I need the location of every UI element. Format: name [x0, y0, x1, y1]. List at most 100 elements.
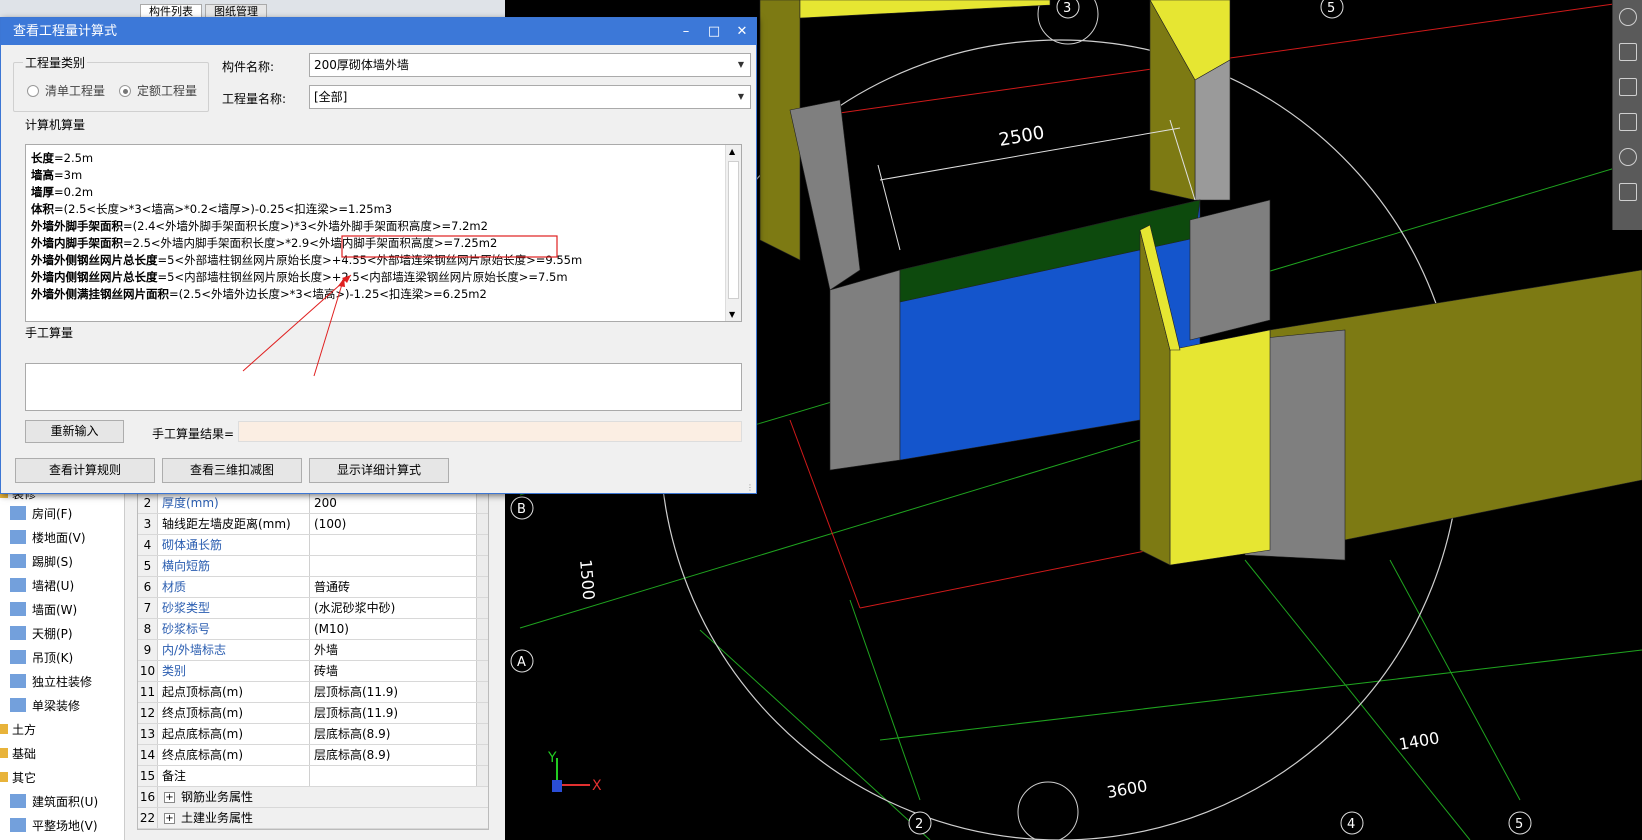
- sphere-view-icon[interactable]: [1619, 8, 1637, 26]
- view-3d-deduction-button[interactable]: 查看三维扣减图: [162, 458, 302, 483]
- tree-item[interactable]: 楼地面(V): [10, 526, 86, 548]
- property-row[interactable]: 4 砌体通长筋: [138, 535, 488, 556]
- expand-plus-icon[interactable]: +: [164, 813, 175, 824]
- 2d-view-icon[interactable]: [1619, 43, 1637, 61]
- tab-component-list[interactable]: 构件列表: [140, 4, 202, 18]
- tree-item[interactable]: 平整场地(V): [10, 814, 98, 836]
- close-icon[interactable]: ✕: [728, 18, 756, 45]
- property-value[interactable]: 层顶标高(11.9): [310, 682, 488, 702]
- radio-bill-quantity[interactable]: 清单工程量: [27, 82, 105, 99]
- dimension-label: 3600: [1105, 776, 1148, 802]
- tree-item[interactable]: 单梁装修: [10, 694, 80, 716]
- tree-group[interactable]: 其它: [0, 766, 36, 788]
- calc-scrollbar[interactable]: ▲ ▼: [725, 145, 741, 321]
- layers-icon[interactable]: [1619, 183, 1637, 201]
- property-group-row[interactable]: 16 + 钢筋业务属性: [138, 787, 488, 808]
- property-group-row[interactable]: 22 + 土建业务属性: [138, 808, 488, 829]
- property-row[interactable]: 10 类别 砖墙: [138, 661, 488, 682]
- tree-item[interactable]: 吊顶(K): [10, 646, 73, 668]
- computer-calc-textarea[interactable]: ▲ ▼ 长度=2.5m 墙高=3m 墙厚=0.2m 体积=(2.5<长度>*3<墙高>…: [25, 144, 742, 322]
- property-row[interactable]: 6 材质 普通砖: [138, 577, 488, 598]
- property-row[interactable]: 3 轴线距左墙皮距离(mm) (100): [138, 514, 488, 535]
- property-value[interactable]: 外墙: [310, 640, 488, 660]
- property-row[interactable]: 11 起点顶标高(m) 层顶标高(11.9): [138, 682, 488, 703]
- calc-line: 体积=(2.5<长度>*3<墙高>*0.2<墙厚>)-0.25<扣连梁>=1.2…: [31, 201, 392, 218]
- property-value[interactable]: (M10): [310, 619, 488, 639]
- radio-quota-quantity[interactable]: 定额工程量: [119, 82, 197, 99]
- component-name-select[interactable]: 200厚砌体墙外墙 ▼: [309, 53, 751, 77]
- view-rules-button[interactable]: 查看计算规则: [15, 458, 155, 483]
- property-row-number: 10: [138, 661, 158, 681]
- resize-grip-icon[interactable]: ⋮: [746, 483, 754, 492]
- property-row[interactable]: 15 备注: [138, 766, 488, 787]
- grid-line: [699, 629, 931, 840]
- property-value[interactable]: 层底标高(8.9): [310, 745, 488, 765]
- wall-top: [799, 0, 1051, 19]
- property-row[interactable]: 14 终点底标高(m) 层底标高(8.9): [138, 745, 488, 766]
- rotate-icon[interactable]: [1619, 148, 1637, 166]
- property-value[interactable]: (水泥砂浆中砂): [310, 598, 488, 618]
- axis-label: 5: [1327, 1, 1335, 16]
- property-row[interactable]: 7 砂浆类型 (水泥砂浆中砂): [138, 598, 488, 619]
- tree-label: 踢脚(S): [32, 554, 73, 569]
- calc-line-expression: =3m: [54, 168, 83, 182]
- room-icon: [10, 506, 26, 520]
- tree-item[interactable]: 踢脚(S): [10, 550, 73, 572]
- property-value[interactable]: 层底标高(8.9): [310, 724, 488, 744]
- tree-group[interactable]: 土方: [0, 718, 36, 740]
- manual-calc-input[interactable]: [25, 363, 742, 411]
- property-row[interactable]: 13 起点底标高(m) 层底标高(8.9): [138, 724, 488, 745]
- scroll-down-icon[interactable]: ▼: [729, 310, 735, 319]
- quantity-name-select[interactable]: [全部] ▼: [309, 85, 751, 109]
- property-value[interactable]: [310, 535, 488, 555]
- calc-line: 外墙外侧满挂钢丝网片面积=(2.5<外墙外边长度>*3<墙高>)-1.25<扣连…: [31, 286, 487, 303]
- axis-label: 5: [1515, 817, 1523, 832]
- minimize-icon[interactable]: –: [672, 18, 700, 45]
- tree-label: 墙面(W): [32, 602, 78, 617]
- cube-view-icon[interactable]: [1619, 78, 1637, 96]
- expand-plus-icon[interactable]: +: [164, 792, 175, 803]
- property-value[interactable]: [310, 556, 488, 576]
- radio-circle-selected-icon: [119, 84, 131, 97]
- suspended-ceiling-icon: [10, 650, 26, 664]
- tree-item[interactable]: 墙面(W): [10, 598, 77, 620]
- property-value[interactable]: 200: [310, 493, 488, 513]
- tree-item[interactable]: 建筑面积(U): [10, 790, 98, 812]
- pivot-circle: [1017, 781, 1079, 840]
- scroll-thumb[interactable]: [728, 161, 739, 299]
- dialog-titlebar[interactable]: 查看工程量计算式 – □ ✕: [1, 18, 756, 45]
- maximize-icon[interactable]: □: [700, 18, 728, 45]
- calc-line-expression: =2.5<外墙内脚手架面积长度>*2.9<外墙内脚手架面积高度>=7.25m2: [123, 236, 498, 250]
- property-value[interactable]: (100): [310, 514, 488, 534]
- property-value[interactable]: [310, 766, 488, 786]
- calc-line-expression: =(2.4<外墙外脚手架面积长度>)*3<外墙外脚手架面积高度>=7.2m2: [123, 219, 488, 233]
- property-row[interactable]: 8 砂浆标号 (M10): [138, 619, 488, 640]
- property-grid[interactable]: 2 厚度(mm) 200 3 轴线距左墙皮距离(mm) (100) 4 砌体通长筋 5 横向短筋 6…: [137, 492, 489, 830]
- folder-icon: [0, 748, 8, 758]
- property-value[interactable]: 砖墙: [310, 661, 488, 681]
- tree-label: 吊顶(K): [32, 650, 74, 665]
- property-row[interactable]: 5 横向短筋: [138, 556, 488, 577]
- tree-group[interactable]: 基础: [0, 742, 36, 764]
- tab-drawing-management[interactable]: 图纸管理: [205, 4, 267, 18]
- property-value[interactable]: 普通砖: [310, 577, 488, 597]
- tree-label: 天棚(P): [32, 626, 73, 641]
- property-row[interactable]: 9 内/外墙标志 外墙: [138, 640, 488, 661]
- reenter-button[interactable]: 重新输入: [25, 420, 124, 443]
- wall-face: [789, 99, 861, 291]
- cube-corner-icon[interactable]: [1619, 113, 1637, 131]
- tree-item[interactable]: 房间(F): [10, 502, 72, 524]
- scroll-up-icon[interactable]: ▲: [729, 147, 735, 156]
- manual-result-label: 手工算量结果=: [152, 427, 235, 441]
- building-area-icon: [10, 794, 26, 808]
- show-detail-button[interactable]: 显示详细计算式: [309, 458, 449, 483]
- component-tree[interactable]: 装修 房间(F) 楼地面(V) 踢脚(S) 墙裙(U) 墙面(W) 天棚(P) 吊顶(K) 独立…: [0, 492, 125, 840]
- folder-icon: [0, 724, 8, 734]
- tree-item[interactable]: 墙裙(U): [10, 574, 74, 596]
- tree-item[interactable]: 独立柱装修: [10, 670, 92, 692]
- property-row[interactable]: 2 厚度(mm) 200: [138, 493, 488, 514]
- property-row[interactable]: 12 终点顶标高(m) 层顶标高(11.9): [138, 703, 488, 724]
- calc-line: 墙厚=0.2m: [31, 184, 93, 201]
- tree-item[interactable]: 天棚(P): [10, 622, 73, 644]
- property-value[interactable]: 层顶标高(11.9): [310, 703, 488, 723]
